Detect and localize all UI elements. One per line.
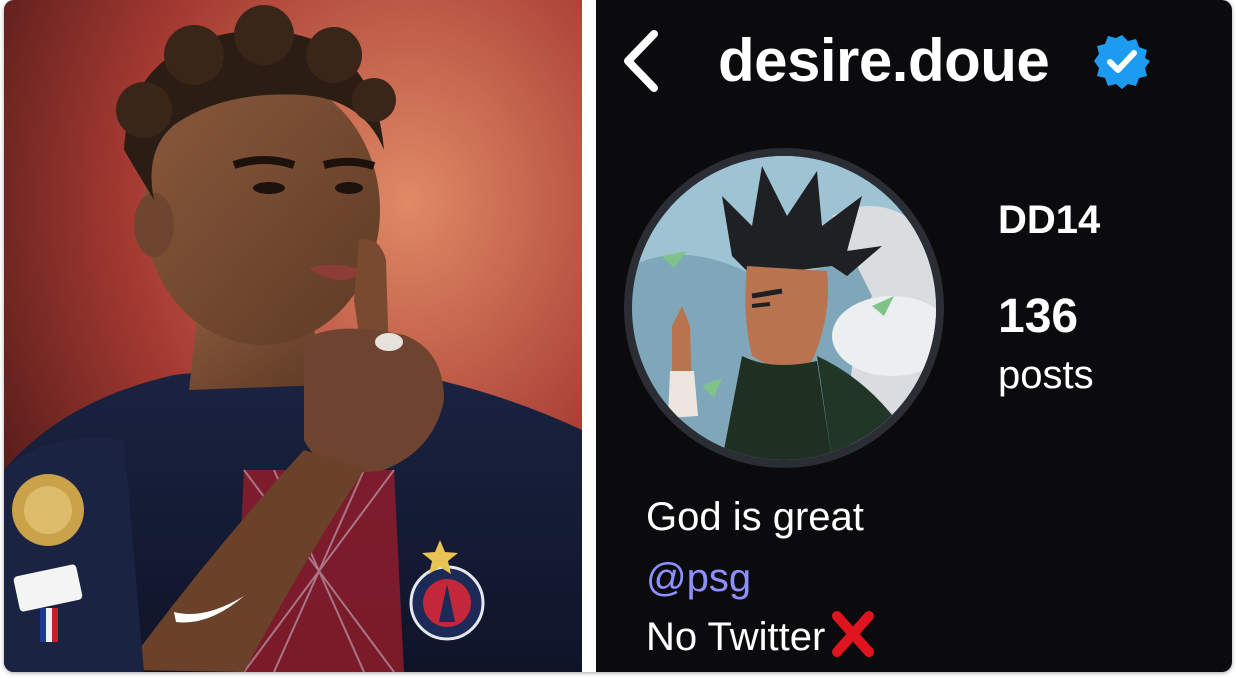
verified-badge-icon: [1094, 35, 1150, 89]
profile-avatar[interactable]: [624, 148, 944, 468]
bio-line-no-twitter: No Twitter: [646, 610, 877, 662]
panel-divider: [582, 0, 596, 672]
red-cross-icon: [832, 611, 875, 657]
bio-line: God is great: [646, 495, 864, 539]
avatar-illustration: [632, 156, 936, 460]
bio-line-text: No Twitter: [646, 615, 826, 659]
player-photo-illustration: [4, 0, 582, 672]
screenshot-frame: desire.doue DD14 136 posts God is great …: [4, 0, 1232, 672]
bio-mention-link[interactable]: @psg: [646, 553, 751, 603]
player-photo: [4, 0, 582, 672]
posts-count[interactable]: 136: [998, 288, 1078, 346]
posts-label[interactable]: posts: [998, 350, 1094, 400]
profile-panel: desire.doue DD14 136 posts God is great …: [596, 0, 1232, 672]
chevron-left-icon: [624, 30, 658, 92]
back-button[interactable]: [618, 28, 666, 94]
profile-username: desire.doue: [718, 27, 1050, 94]
profile-display-name: DD14: [998, 198, 1101, 242]
